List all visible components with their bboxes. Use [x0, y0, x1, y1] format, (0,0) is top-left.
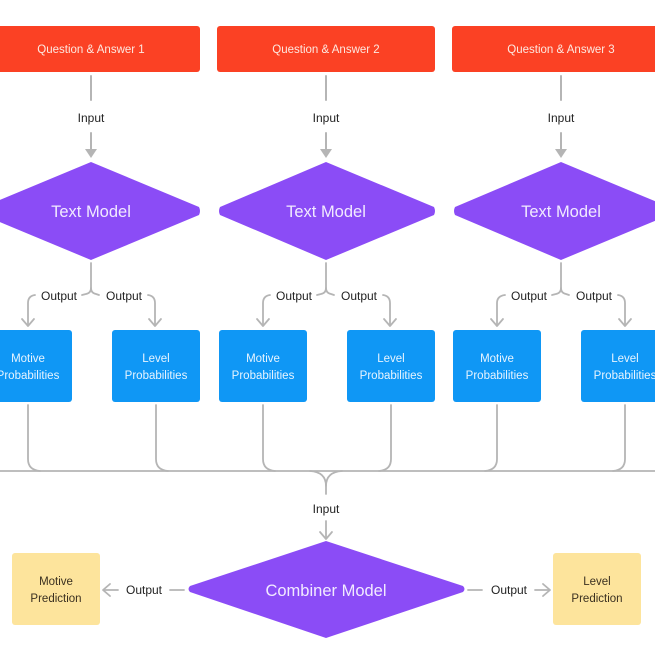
- output-arrow-left: [262, 294, 271, 326]
- flowchart-canvas: Question & Answer 1 Input Text Model Out…: [0, 26, 655, 638]
- arrow-head-icon: [85, 149, 97, 158]
- prob-label-line2: Probabilities: [125, 370, 188, 382]
- prediction-label-line2: Prediction: [571, 593, 622, 605]
- qa-label: Question & Answer 1: [37, 44, 144, 56]
- prob-box[interactable]: [453, 330, 541, 402]
- text-model-label: Text Model: [521, 203, 601, 221]
- level-probabilities-node-3[interactable]: Level Probabilities: [581, 330, 655, 402]
- motive-prediction-node[interactable]: Motive Prediction: [12, 553, 100, 625]
- output-arrow-right: [617, 294, 626, 326]
- text-model-node-2[interactable]: Text Model: [219, 162, 435, 260]
- prob-box[interactable]: [112, 330, 200, 402]
- pipeline-1: Question & Answer 1 Input Text Model Out…: [0, 26, 200, 402]
- prob-label-line2: Probabilities: [360, 370, 423, 382]
- prob-box[interactable]: [0, 330, 72, 402]
- output-label-left: Output: [41, 289, 78, 303]
- text-model-node-1[interactable]: Text Model: [0, 162, 200, 260]
- merge-connector: [0, 404, 655, 495]
- prob-box[interactable]: [219, 330, 307, 402]
- combiner-output-label-left: Output: [126, 583, 163, 597]
- prob-label-line2: Probabilities: [0, 370, 60, 382]
- output-label-left: Output: [276, 289, 313, 303]
- qa-node-2[interactable]: Question & Answer 2: [217, 26, 435, 72]
- merge-drop: [155, 404, 169, 472]
- motive-probabilities-node-1[interactable]: Motive Probabilities: [0, 330, 72, 402]
- output-split-connector: [81, 262, 92, 296]
- level-probabilities-node-2[interactable]: Level Probabilities: [347, 330, 435, 402]
- prediction-label-line2: Prediction: [30, 593, 81, 605]
- output-arrow-right: [382, 294, 391, 326]
- prob-label-line1: Level: [611, 353, 639, 365]
- prob-label-line2: Probabilities: [594, 370, 655, 382]
- input-label: Input: [548, 111, 575, 125]
- combiner-output-label-right: Output: [491, 583, 528, 597]
- prob-label-line2: Probabilities: [466, 370, 529, 382]
- prob-label-line1: Level: [142, 353, 170, 365]
- prob-label-line1: Motive: [480, 353, 514, 365]
- pipeline-2: Question & Answer 2 Input Text Model Out…: [217, 26, 435, 402]
- prediction-box[interactable]: [553, 553, 641, 625]
- merge-drop: [27, 404, 41, 472]
- merge-drop: [484, 404, 498, 472]
- merge-drop: [612, 404, 626, 472]
- qa-label: Question & Answer 3: [507, 44, 614, 56]
- pipeline-3: Question & Answer 3 Input Text Model Out…: [452, 26, 655, 402]
- combiner-section: Input Combiner Model Output Output Motiv…: [12, 502, 641, 638]
- qa-node-1[interactable]: Question & Answer 1: [0, 26, 200, 72]
- prediction-label-line1: Motive: [39, 576, 73, 588]
- combiner-model-node[interactable]: Combiner Model: [188, 541, 465, 638]
- output-split-connector: [90, 287, 100, 296]
- prob-label-line1: Level: [377, 353, 405, 365]
- prob-label-line1: Motive: [11, 353, 45, 365]
- output-arrow-left: [27, 294, 36, 326]
- output-label-right: Output: [341, 289, 378, 303]
- output-label-right: Output: [576, 289, 613, 303]
- motive-probabilities-node-3[interactable]: Motive Probabilities: [453, 330, 541, 402]
- prediction-box[interactable]: [12, 553, 100, 625]
- combiner-model-label: Combiner Model: [265, 582, 386, 600]
- output-arrow-right: [147, 294, 156, 326]
- text-model-label: Text Model: [286, 203, 366, 221]
- motive-probabilities-node-2[interactable]: Motive Probabilities: [219, 330, 307, 402]
- output-split-connector: [560, 287, 570, 296]
- prob-box[interactable]: [581, 330, 655, 402]
- output-label-left: Output: [511, 289, 548, 303]
- prediction-label-line1: Level: [583, 576, 611, 588]
- output-label-right: Output: [106, 289, 143, 303]
- level-probabilities-node-1[interactable]: Level Probabilities: [112, 330, 200, 402]
- prob-label-line2: Probabilities: [232, 370, 295, 382]
- input-label: Input: [313, 111, 340, 125]
- input-label: Input: [78, 111, 105, 125]
- text-model-node-3[interactable]: Text Model: [454, 162, 655, 260]
- output-split-connector: [551, 262, 562, 296]
- merge-drop: [262, 404, 276, 472]
- arrow-head-icon: [555, 149, 567, 158]
- arrow-head-icon: [320, 149, 332, 158]
- qa-node-3[interactable]: Question & Answer 3: [452, 26, 655, 72]
- text-model-label: Text Model: [51, 203, 131, 221]
- merge-drop: [378, 404, 392, 472]
- output-split-connector: [325, 287, 335, 296]
- combiner-input-label: Input: [313, 502, 340, 516]
- level-prediction-node[interactable]: Level Prediction: [553, 553, 641, 625]
- prob-box[interactable]: [347, 330, 435, 402]
- output-split-connector: [316, 262, 327, 296]
- prob-label-line1: Motive: [246, 353, 280, 365]
- qa-label: Question & Answer 2: [272, 44, 379, 56]
